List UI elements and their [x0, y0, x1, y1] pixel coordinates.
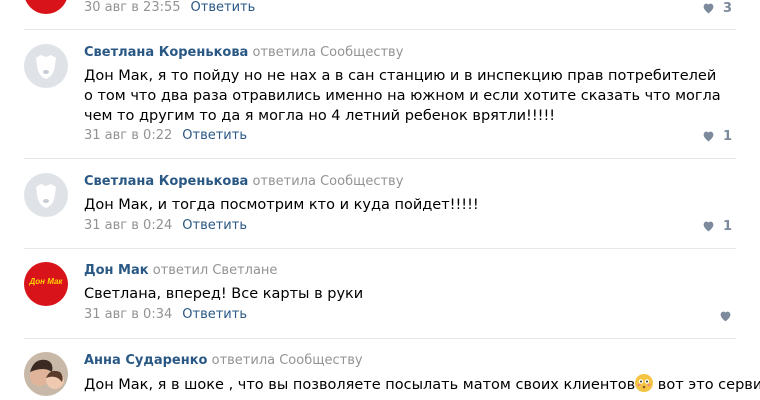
author-name[interactable]: Анна Сударенко: [84, 353, 207, 368]
dog-avatar-icon: [24, 44, 68, 88]
comment-header: Анна Сударенко ответила Сообществу: [84, 352, 363, 370]
avatar[interactable]: [24, 0, 68, 14]
divider: [24, 158, 736, 159]
replied-to[interactable]: ответила Сообществу: [212, 353, 363, 368]
replied-to[interactable]: ответила Сообществу: [252, 174, 403, 189]
like-count: 1: [722, 128, 732, 144]
heart-icon: [703, 131, 714, 142]
brand-logo-avatar[interactable]: Дон Мак: [24, 262, 68, 306]
comment-time[interactable]: 31 авг в 0:34: [84, 307, 172, 322]
reply-button[interactable]: Ответить: [182, 218, 247, 233]
like-count: 1: [722, 218, 732, 234]
divider: [24, 338, 736, 339]
replied-to[interactable]: ответил Светлане: [153, 263, 278, 278]
comment-header: Дон Мак ответил Светлане: [84, 262, 277, 280]
heart-icon: [720, 311, 731, 322]
reply-button[interactable]: Ответить: [182, 128, 247, 143]
heart-icon: [703, 221, 714, 232]
like-button[interactable]: 1: [702, 218, 732, 234]
comment-text: Дон Мак, и тогда посмотрим кто и куда по…: [84, 197, 479, 213]
author-name[interactable]: Светлана Коренькова: [84, 45, 248, 60]
comment-meta: 31 авг в 0:34 Ответить: [84, 306, 247, 324]
avatar[interactable]: [24, 352, 68, 396]
like-button[interactable]: [719, 308, 732, 324]
like-button[interactable]: 3: [702, 0, 732, 16]
comment-text-part: Дон Мак, я в шоке , что вы позволяете по…: [84, 377, 636, 393]
divider: [24, 29, 736, 30]
comment-text: Дон Мак, я то пойду но не нах а в сан ст…: [84, 68, 721, 124]
comment-meta: 31 авг в 0:22 Ответить: [84, 127, 247, 145]
photo-avatar: [24, 352, 68, 396]
avatar[interactable]: [24, 173, 68, 217]
comments-feed: 30 авг в 23:55 Ответить 3 Светлана Корень…: [0, 0, 760, 400]
comment-time[interactable]: 30 авг в 23:55: [84, 0, 181, 15]
dog-avatar-icon: [24, 173, 68, 217]
comment-header: Светлана Коренькова ответила Сообществу: [84, 44, 403, 62]
reply-button[interactable]: Ответить: [182, 307, 247, 322]
comment-header: Светлана Коренькова ответила Сообществу: [84, 173, 403, 191]
brand-logo-text: Дон Мак: [29, 277, 63, 286]
avatar[interactable]: [24, 44, 68, 88]
reply-button[interactable]: Ответить: [191, 0, 256, 15]
author-name[interactable]: Светлана Коренькова: [84, 174, 248, 189]
author-name[interactable]: Дон Мак: [84, 263, 149, 278]
like-count: 3: [722, 0, 732, 16]
comment-meta: 31 авг в 0:24 Ответить: [84, 217, 247, 235]
comment-text: Светлана, вперед! Все карты в руки: [84, 286, 364, 302]
replied-to[interactable]: ответила Сообществу: [252, 45, 403, 60]
comment-meta: 30 авг в 23:55 Ответить: [84, 0, 255, 17]
comment-text-part: вот это сервис: [653, 377, 760, 393]
comment-text: Дон Мак, я в шоке , что вы позволяете по…: [84, 374, 760, 395]
flushed-face-emoji-icon: [635, 374, 654, 392]
heart-icon: [703, 3, 714, 14]
comment-time[interactable]: 31 авг в 0:22: [84, 128, 172, 143]
comment-time[interactable]: 31 авг в 0:24: [84, 218, 172, 233]
divider: [24, 248, 736, 249]
like-button[interactable]: 1: [702, 128, 732, 144]
